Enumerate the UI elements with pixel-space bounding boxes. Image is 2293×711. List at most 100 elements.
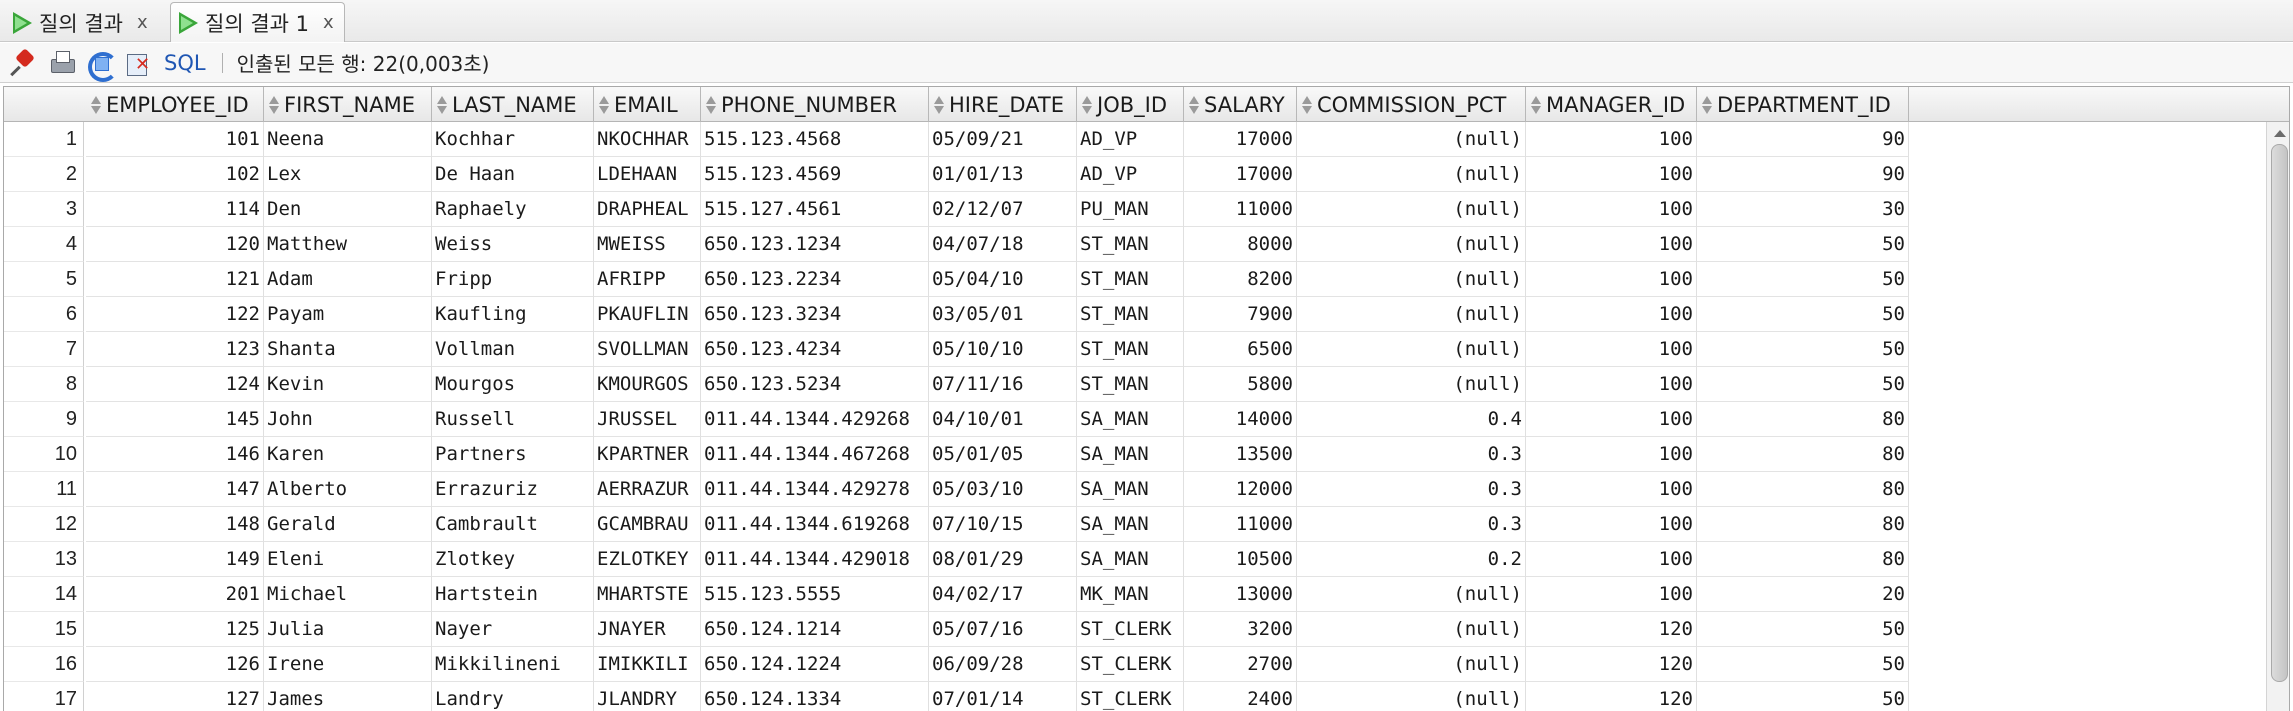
vertical-scrollbar[interactable] xyxy=(2266,122,2289,711)
close-tab-icon[interactable]: x xyxy=(137,12,148,33)
cancel-query-icon[interactable] xyxy=(124,49,152,77)
cell-employee-id[interactable]: 126 xyxy=(86,647,264,682)
row-number[interactable]: 17 xyxy=(4,682,84,711)
table-row[interactable]: 3 114 Den Raphaely DRAPHEAL 515.127.4561 02/12… xyxy=(4,192,1909,227)
column-header-salary[interactable]: SALARY xyxy=(1184,87,1297,122)
cell-hire-date[interactable]: 06/09/28 xyxy=(929,647,1077,682)
cell-first-name[interactable]: Neena xyxy=(264,122,432,157)
cell-hire-date[interactable]: 05/03/10 xyxy=(929,472,1077,507)
cell-employee-id[interactable]: 120 xyxy=(86,227,264,262)
cell-department-id[interactable]: 90 xyxy=(1697,157,1909,192)
cell-employee-id[interactable]: 114 xyxy=(86,192,264,227)
cell-email[interactable]: AFRIPP xyxy=(594,262,701,297)
cell-manager-id[interactable]: 100 xyxy=(1526,577,1697,612)
cell-hire-date[interactable]: 05/09/21 xyxy=(929,122,1077,157)
cell-manager-id[interactable]: 100 xyxy=(1526,332,1697,367)
row-number[interactable]: 4 xyxy=(4,227,84,262)
cell-last-name[interactable]: Weiss xyxy=(432,227,594,262)
cell-commission-pct[interactable]: (null) xyxy=(1297,297,1526,332)
cell-email[interactable]: KPARTNER xyxy=(594,437,701,472)
row-number[interactable]: 12 xyxy=(4,507,84,542)
cell-commission-pct[interactable]: 0.3 xyxy=(1297,507,1526,542)
cell-employee-id[interactable]: 101 xyxy=(86,122,264,157)
scroll-up-icon[interactable] xyxy=(2274,130,2286,137)
sort-icon[interactable] xyxy=(705,95,717,115)
cell-email[interactable]: IMIKKILI xyxy=(594,647,701,682)
cell-department-id[interactable]: 50 xyxy=(1697,682,1909,711)
cell-phone-number[interactable]: 650.123.5234 xyxy=(701,367,929,402)
cell-job-id[interactable]: SA_MAN xyxy=(1077,472,1184,507)
cell-first-name[interactable]: Adam xyxy=(264,262,432,297)
cell-email[interactable]: JNAYER xyxy=(594,612,701,647)
cell-last-name[interactable]: De Haan xyxy=(432,157,594,192)
cell-last-name[interactable]: Kochhar xyxy=(432,122,594,157)
sort-icon[interactable] xyxy=(1188,95,1200,115)
sort-icon[interactable] xyxy=(1530,95,1542,115)
cell-salary[interactable]: 17000 xyxy=(1184,157,1297,192)
row-number[interactable]: 10 xyxy=(4,437,84,472)
cell-commission-pct[interactable]: (null) xyxy=(1297,157,1526,192)
cell-employee-id[interactable]: 147 xyxy=(86,472,264,507)
cell-job-id[interactable]: AD_VP xyxy=(1077,122,1184,157)
table-row[interactable]: 7 123 Shanta Vollman SVOLLMAN 650.123.4234 05/… xyxy=(4,332,1909,367)
cell-employee-id[interactable]: 123 xyxy=(86,332,264,367)
cell-first-name[interactable]: Den xyxy=(264,192,432,227)
cell-manager-id[interactable]: 100 xyxy=(1526,122,1697,157)
cell-salary[interactable]: 11000 xyxy=(1184,192,1297,227)
sort-icon[interactable] xyxy=(90,95,102,115)
cell-phone-number[interactable]: 650.123.4234 xyxy=(701,332,929,367)
cell-salary[interactable]: 3200 xyxy=(1184,612,1297,647)
cell-commission-pct[interactable]: 0.3 xyxy=(1297,472,1526,507)
cell-manager-id[interactable]: 100 xyxy=(1526,227,1697,262)
table-row[interactable]: 5 121 Adam Fripp AFRIPP 650.123.2234 05/04/10 S… xyxy=(4,262,1909,297)
sort-icon[interactable] xyxy=(1701,95,1713,115)
sort-icon[interactable] xyxy=(436,95,448,115)
table-row[interactable]: 9 145 John Russell JRUSSEL 011.44.1344.429268… xyxy=(4,402,1909,437)
row-number[interactable]: 5 xyxy=(4,262,84,297)
cell-job-id[interactable]: ST_CLERK xyxy=(1077,682,1184,711)
cell-manager-id[interactable]: 100 xyxy=(1526,367,1697,402)
cell-commission-pct[interactable]: (null) xyxy=(1297,682,1526,711)
cell-hire-date[interactable]: 05/04/10 xyxy=(929,262,1077,297)
cell-email[interactable]: MHARTSTE xyxy=(594,577,701,612)
cell-salary[interactable]: 17000 xyxy=(1184,122,1297,157)
cell-email[interactable]: AERRAZUR xyxy=(594,472,701,507)
sql-button[interactable]: SQL xyxy=(164,51,206,75)
table-row[interactable]: 6 122 Payam Kaufling PKAUFLIN 650.123.3234 03/… xyxy=(4,297,1909,332)
scrollbar-thumb[interactable] xyxy=(2271,144,2288,682)
cell-job-id[interactable]: SA_MAN xyxy=(1077,402,1184,437)
cell-commission-pct[interactable]: 0.3 xyxy=(1297,437,1526,472)
cell-last-name[interactable]: Zlotkey xyxy=(432,542,594,577)
cell-manager-id[interactable]: 120 xyxy=(1526,682,1697,711)
cell-department-id[interactable]: 80 xyxy=(1697,472,1909,507)
table-row[interactable]: 2 102 Lex De Haan LDEHAAN 515.123.4569 01/01/1… xyxy=(4,157,1909,192)
cell-phone-number[interactable]: 011.44.1344.467268 xyxy=(701,437,929,472)
cell-salary[interactable]: 8200 xyxy=(1184,262,1297,297)
cell-hire-date[interactable]: 07/10/15 xyxy=(929,507,1077,542)
column-header-last-name[interactable]: LAST_NAME xyxy=(432,87,594,122)
sort-icon[interactable] xyxy=(268,95,280,115)
cell-phone-number[interactable]: 011.44.1344.429018 xyxy=(701,542,929,577)
cell-commission-pct[interactable]: (null) xyxy=(1297,262,1526,297)
cell-manager-id[interactable]: 100 xyxy=(1526,297,1697,332)
cell-last-name[interactable]: Landry xyxy=(432,682,594,711)
cell-phone-number[interactable]: 650.124.1214 xyxy=(701,612,929,647)
cell-manager-id[interactable]: 100 xyxy=(1526,437,1697,472)
cell-employee-id[interactable]: 146 xyxy=(86,437,264,472)
cell-email[interactable]: LDEHAAN xyxy=(594,157,701,192)
cell-salary[interactable]: 11000 xyxy=(1184,507,1297,542)
table-row[interactable]: 15 125 Julia Nayer JNAYER 650.124.1214 05/07/1… xyxy=(4,612,1909,647)
cell-first-name[interactable]: Irene xyxy=(264,647,432,682)
cell-salary[interactable]: 7900 xyxy=(1184,297,1297,332)
cell-employee-id[interactable]: 148 xyxy=(86,507,264,542)
cell-job-id[interactable]: ST_MAN xyxy=(1077,367,1184,402)
cell-manager-id[interactable]: 100 xyxy=(1526,262,1697,297)
cell-last-name[interactable]: Mikkilineni xyxy=(432,647,594,682)
cell-job-id[interactable]: SA_MAN xyxy=(1077,507,1184,542)
cell-department-id[interactable]: 20 xyxy=(1697,577,1909,612)
cell-last-name[interactable]: Fripp xyxy=(432,262,594,297)
cell-hire-date[interactable]: 07/01/14 xyxy=(929,682,1077,711)
cell-last-name[interactable]: Kaufling xyxy=(432,297,594,332)
cell-department-id[interactable]: 50 xyxy=(1697,612,1909,647)
cell-last-name[interactable]: Errazuriz xyxy=(432,472,594,507)
